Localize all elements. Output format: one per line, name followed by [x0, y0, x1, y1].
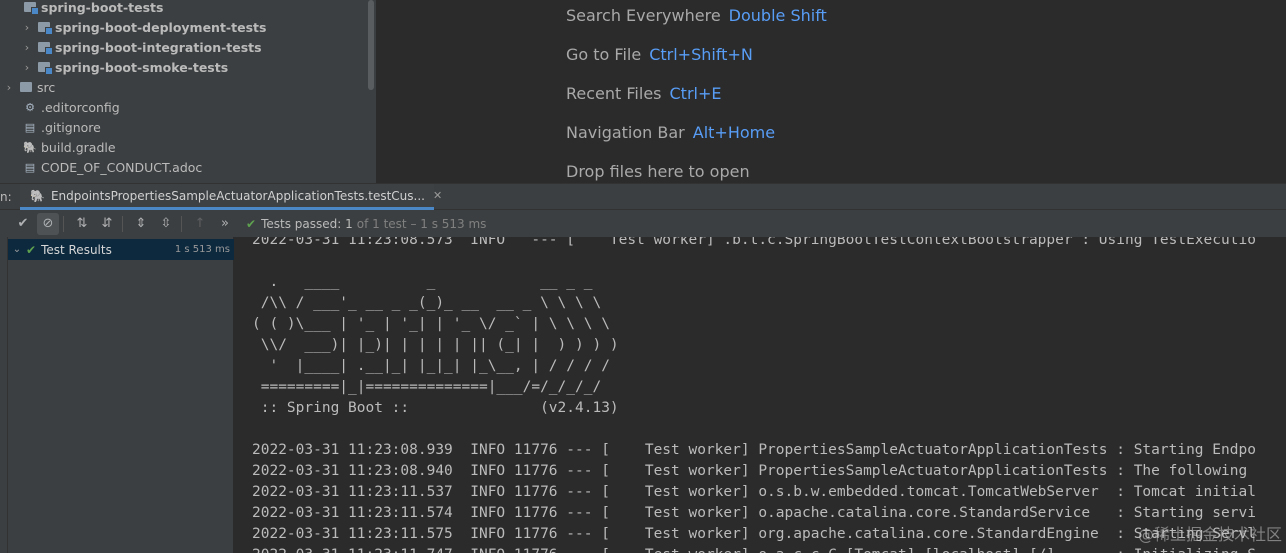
console-line: /\\ / ___'_ __ _ _(_)_ __ __ _ \ \ \ \ — [252, 295, 602, 311]
expand-all-icon[interactable]: ⇕ — [130, 213, 152, 235]
tree-item-label: CODE_OF_CONDUCT.adoc — [41, 159, 203, 175]
chevron-right-icon[interactable]: › — [20, 21, 34, 34]
hint-action: Search Everywhere — [566, 6, 721, 25]
console-output[interactable]: 2022-03-31 11:23:08.573 INFO --- [ Test … — [234, 237, 1286, 553]
gradle-icon: 🐘 — [30, 188, 45, 203]
stop-icon[interactable]: ⊘ — [37, 212, 59, 235]
more-icon[interactable]: » — [214, 213, 236, 235]
check-icon[interactable]: ✔ — [12, 213, 34, 235]
tree-item-code-of-conduct[interactable]: ▤ CODE_OF_CONDUCT.adoc — [20, 157, 202, 177]
left-tool-strip — [0, 237, 8, 553]
sort-alpha-icon[interactable]: ⇅ — [71, 213, 93, 235]
project-tree: spring-boot-tests › spring-boot-deployme… — [0, 0, 376, 183]
hint-navigation-bar: Navigation Bar Alt+Home — [566, 123, 775, 142]
chevron-right-icon[interactable]: › — [20, 41, 34, 54]
tree-item-gitignore[interactable]: ▤ .gitignore — [20, 117, 101, 137]
hint-shortcut: Double Shift — [728, 6, 827, 25]
tree-item-label: src — [37, 79, 56, 95]
tree-item-deployment-tests[interactable]: › spring-boot-deployment-tests — [20, 17, 266, 37]
console-line: 2022-03-31 11:23:08.940 INFO 11776 --- [… — [252, 463, 1248, 479]
tree-item-label: .editorconfig — [41, 99, 120, 115]
tree-item-label: spring-boot-smoke-tests — [55, 59, 229, 75]
module-folder-icon — [24, 2, 39, 15]
module-folder-icon — [38, 22, 53, 35]
scrollbar-thumb[interactable] — [368, 0, 374, 90]
console-line: :: Spring Boot :: (v2.4.13) — [252, 400, 619, 416]
file-icon: ▤ — [24, 160, 36, 174]
toolbar-divider — [122, 215, 123, 232]
file-icon: ▤ — [24, 120, 36, 134]
run-tab[interactable]: 🐘 EndpointsPropertiesSampleActuatorAppli… — [20, 184, 442, 210]
console-line: 2022-03-31 11:23:08.939 INFO 11776 --- [… — [252, 442, 1256, 458]
chevron-down-icon[interactable]: ⌄ — [8, 244, 26, 255]
gradle-icon: 🐘 — [23, 140, 37, 154]
chevron-right-icon[interactable]: › — [2, 81, 16, 94]
console-line: . ____ _ __ _ _ — [252, 274, 593, 290]
hint-action: Go to File — [566, 45, 642, 64]
toolbar-divider — [181, 215, 182, 232]
watermark: @稀土掘金技术社区 — [1137, 525, 1282, 544]
tree-item-spring-boot-tests[interactable]: spring-boot-tests — [20, 0, 163, 17]
toolbar-divider — [63, 215, 64, 232]
hint-shortcut: Ctrl+Shift+N — [649, 45, 753, 64]
tree-item-label: spring-boot-deployment-tests — [55, 19, 267, 35]
hint-recent-files: Recent Files Ctrl+E — [566, 84, 721, 103]
status-rest: of 1 test – 1 s 513 ms — [356, 216, 487, 231]
console-line: =========|_|==============|___/=/_/_/_/ — [252, 379, 602, 395]
test-results-time: 1 s 513 ms — [174, 244, 230, 255]
status-count: 1 — [345, 216, 353, 231]
hint-shortcut: Ctrl+E — [669, 84, 722, 103]
console-line: ( ( )\___ | '_ | '_| | '_ \/ _` | \ \ \ … — [252, 316, 610, 332]
hint-drop-files: Drop files here to open — [566, 162, 750, 181]
tree-item-label: spring-boot-integration-tests — [55, 39, 262, 55]
run-panel-label: n: — [0, 190, 12, 204]
tree-item-build-gradle[interactable]: 🐘 build.gradle — [20, 137, 116, 157]
console-line: ' |____| .__|_| |_|_| |_\__, | / / / / — [252, 358, 610, 374]
gear-icon: ⚙ — [25, 100, 35, 114]
hint-search-everywhere: Search Everywhere Double Shift — [566, 6, 827, 25]
console-line: \\/ ___)| |_)| | | | | || (_| | ) ) ) ) — [252, 337, 619, 353]
status-prefix: Tests passed: — [261, 216, 342, 231]
tree-item-smoke-tests[interactable]: › spring-boot-smoke-tests — [20, 57, 228, 77]
hint-action: Drop files here to open — [566, 162, 750, 181]
tests-status: ✔ Tests passed: 1 of 1 test – 1 s 513 ms — [246, 217, 486, 231]
hint-go-to-file: Go to File Ctrl+Shift+N — [566, 45, 753, 64]
hint-action: Navigation Bar — [566, 123, 685, 142]
chevron-right-icon[interactable]: › — [20, 61, 34, 74]
tree-item-label: spring-boot-tests — [41, 0, 164, 15]
close-icon[interactable]: ✕ — [433, 189, 442, 202]
console-line: 2022-03-31 11:23:08.573 INFO --- [ Test … — [252, 237, 1256, 248]
hint-action: Recent Files — [566, 84, 662, 103]
tree-item-src[interactable]: › src — [2, 77, 55, 97]
test-runner-toolbar: ✔ ⊘ ⇅ ⇵ ⇕ ⇳ ↑ » ✔ Tests passed: 1 of 1 t… — [0, 210, 1286, 237]
folder-icon — [20, 82, 32, 92]
tree-item-integration-tests[interactable]: › spring-boot-integration-tests — [20, 37, 262, 57]
check-icon: ✔ — [26, 242, 37, 257]
up-arrow-icon[interactable]: ↑ — [189, 213, 211, 235]
console-line: 2022-03-31 11:23:11.575 INFO 11776 --- [… — [252, 526, 1256, 542]
console-line: 2022-03-31 11:23:11.574 INFO 11776 --- [… — [252, 505, 1256, 521]
run-tab-bar: n: 🐘 EndpointsPropertiesSampleActuatorAp… — [0, 183, 1286, 210]
test-results-label: Test Results — [41, 242, 112, 257]
sort-duration-icon[interactable]: ⇵ — [96, 213, 118, 235]
module-folder-icon — [38, 62, 53, 75]
tree-item-editorconfig[interactable]: ⚙ .editorconfig — [20, 97, 120, 117]
tree-item-label: build.gradle — [41, 139, 116, 155]
test-results-tree: ⌄ ✔ Test Results 1 s 513 ms — [8, 237, 234, 553]
console-line: 2022-03-31 11:23:11.537 INFO 11776 --- [… — [252, 484, 1256, 500]
check-icon: ✔ — [246, 216, 257, 231]
console-line: 2022-03-31 11:23:11.747 INFO 11776 --- [… — [252, 545, 1256, 553]
run-tab-title: EndpointsPropertiesSampleActuatorApplica… — [50, 188, 425, 203]
hint-shortcut: Alt+Home — [692, 123, 776, 142]
editor-empty-state: Search Everywhere Double Shift Go to File… — [376, 0, 1286, 183]
module-folder-icon — [38, 42, 53, 55]
tree-item-label: .gitignore — [41, 119, 101, 135]
collapse-all-icon[interactable]: ⇳ — [155, 213, 177, 235]
test-results-row[interactable]: ⌄ ✔ Test Results 1 s 513 ms — [8, 239, 234, 260]
